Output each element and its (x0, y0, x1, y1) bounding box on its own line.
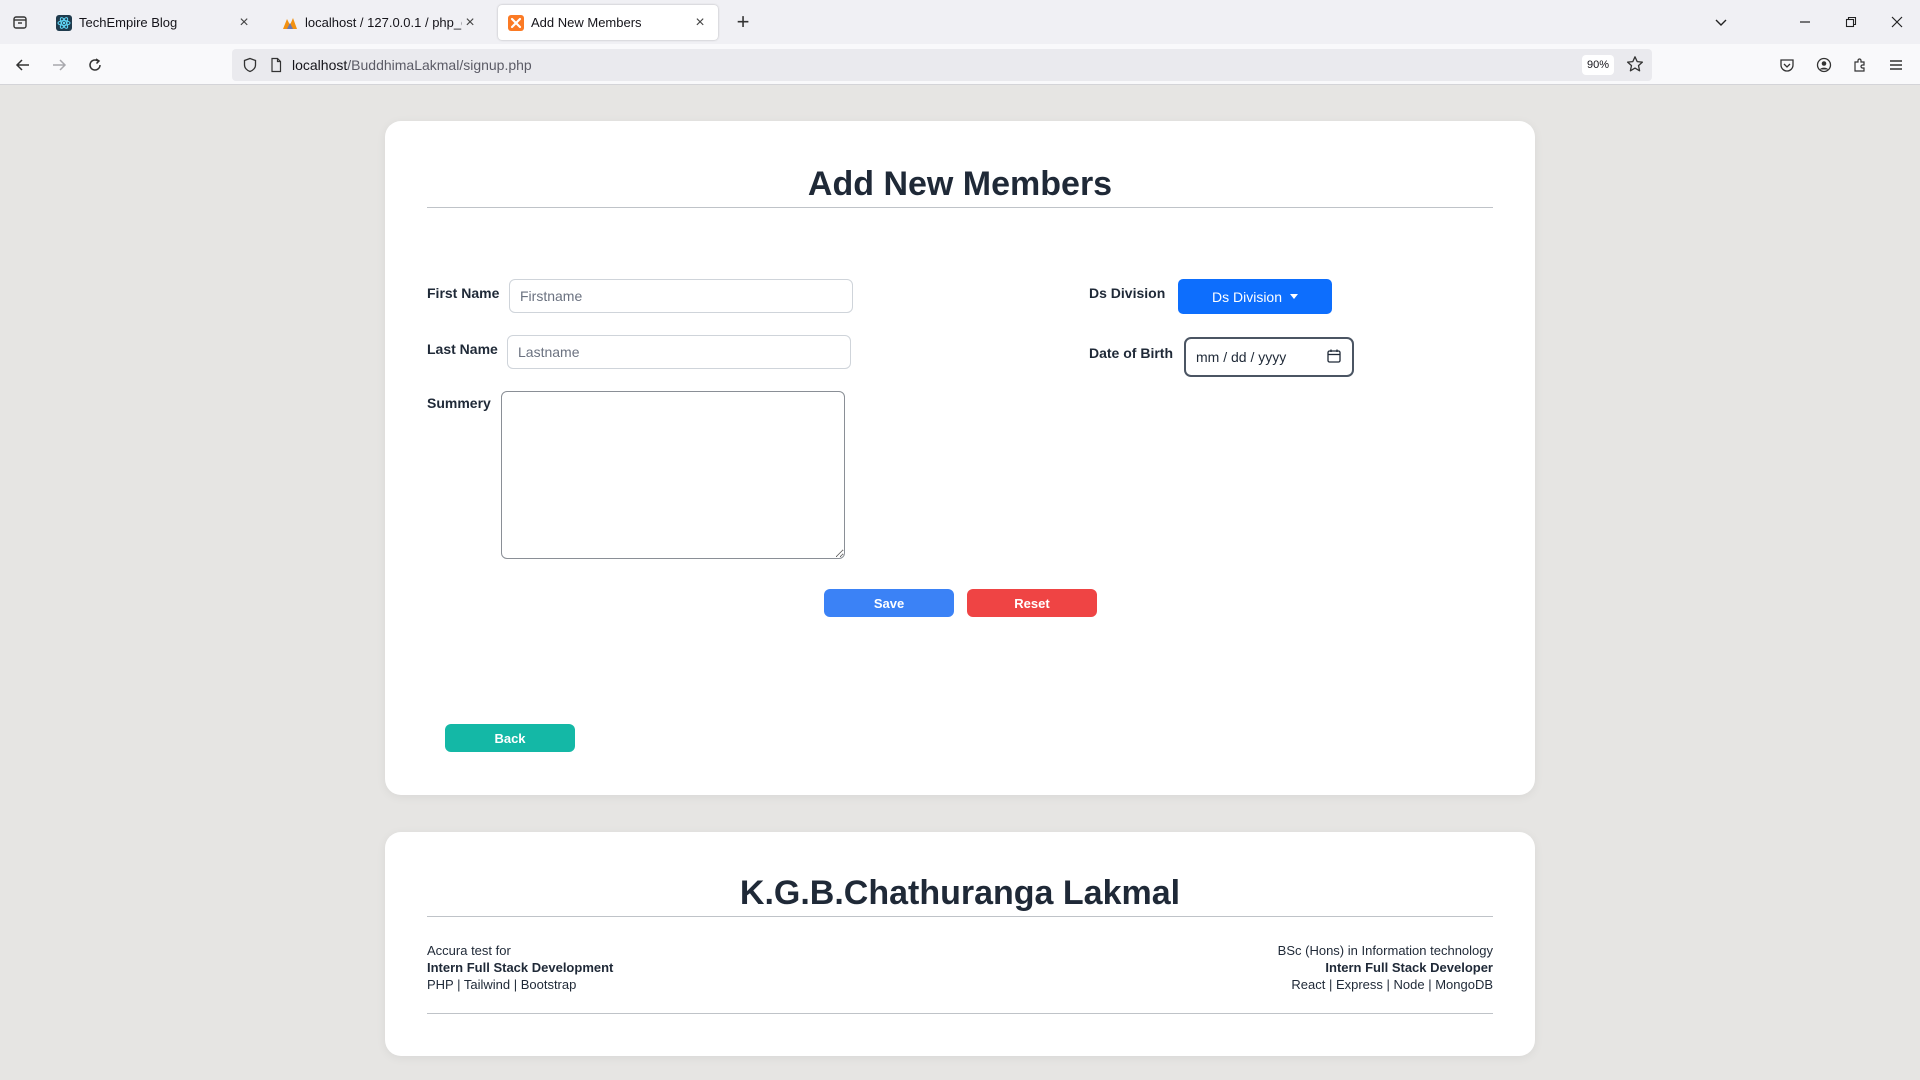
footer-bottom-divider (427, 1013, 1493, 1014)
footer-left-line: Accura test for (427, 943, 511, 958)
footer-right-role: Intern Full Stack Developer (1325, 960, 1493, 975)
url-text[interactable]: localhost/BuddhimaLakmal/signup.php (292, 57, 532, 73)
date-of-birth-label: Date of Birth (1089, 345, 1173, 361)
ds-division-dropdown[interactable]: Ds Division (1178, 279, 1332, 314)
tab-techempire-blog[interactable]: TechEmpire Blog × (46, 5, 262, 40)
url-host: localhost (292, 57, 348, 73)
tab-close-icon[interactable]: × (692, 14, 708, 32)
account-icon[interactable] (1809, 50, 1839, 80)
ds-division-dropdown-label: Ds Division (1211, 288, 1282, 305)
address-bar[interactable]: localhost/BuddhimaLakmal/signup.php 90% (232, 49, 1652, 81)
page-title: Add New Members (807, 165, 1113, 203)
reset-button[interactable]: Reset (967, 589, 1097, 617)
pocket-icon[interactable] (1772, 50, 1802, 80)
last-name-input[interactable] (507, 335, 851, 369)
back-arrow-icon[interactable] (8, 50, 38, 80)
zoom-level-badge[interactable]: 90% (1582, 55, 1614, 75)
menu-hamburger-icon[interactable] (1881, 50, 1911, 80)
phpmyadmin-favicon-icon (282, 15, 298, 31)
summary-label: Summery (427, 395, 491, 411)
forward-arrow-icon[interactable] (44, 50, 74, 80)
xampp-favicon-icon (508, 14, 524, 31)
url-path: /BuddhimaLakmal/signup.php (347, 57, 532, 73)
summary-textarea[interactable] (501, 391, 845, 559)
footer-left-role: Intern Full Stack Development (427, 960, 614, 975)
author-name: K.G.B.Chathuranga Lakmal (739, 874, 1181, 912)
add-member-form-card: Add New Members First Name Last Name Sum… (385, 121, 1535, 795)
footer-right-degree: BSc (Hons) in Information technology (1277, 943, 1493, 958)
close-window-icon[interactable] (1874, 0, 1920, 44)
bookmark-star-icon[interactable] (1626, 55, 1644, 78)
save-button[interactable]: Save (824, 589, 954, 617)
last-name-label: Last Name (427, 341, 498, 357)
tab-close-icon[interactable]: × (236, 14, 252, 32)
tab-close-icon[interactable]: × (462, 14, 478, 32)
title-divider (427, 207, 1493, 208)
tab-phpmyadmin[interactable]: localhost / 127.0.0.1 / php_dev_ × (272, 5, 488, 40)
calendar-icon[interactable] (1326, 348, 1342, 367)
date-of-birth-input[interactable]: mm / dd / yyyy (1184, 337, 1354, 377)
page-info-icon[interactable] (268, 57, 284, 78)
first-name-input[interactable] (509, 279, 853, 313)
tab-label: TechEmpire Blog (79, 15, 178, 30)
new-tab-button[interactable]: + (730, 9, 756, 35)
ds-division-label: Ds Division (1089, 285, 1166, 301)
footer-card: K.G.B.Chathuranga Lakmal Accura test for… (385, 832, 1535, 1056)
minimize-icon[interactable] (1782, 0, 1828, 44)
browser-tab-bar: TechEmpire Blog × localhost / 127.0.0.1 … (0, 0, 1920, 44)
react-favicon-icon (56, 14, 72, 31)
dropdown-caret-icon (1290, 294, 1298, 299)
list-all-tabs-icon[interactable] (6, 0, 34, 44)
footer-right-info: BSc (Hons) in Information technology Int… (1278, 942, 1493, 993)
tab-label: localhost / 127.0.0.1 / php_dev_ (305, 15, 462, 30)
tab-add-new-members[interactable]: Add New Members × (498, 5, 718, 40)
back-button[interactable]: Back (445, 724, 575, 752)
reload-icon[interactable] (80, 50, 110, 80)
restore-icon[interactable] (1828, 0, 1874, 44)
tracking-shield-icon[interactable] (242, 57, 258, 78)
footer-right-stack: React | Express | Node | MongoDB (1291, 977, 1493, 992)
tab-label: Add New Members (531, 15, 642, 30)
first-name-label: First Name (427, 285, 500, 301)
footer-left-info: Accura test for Intern Full Stack Develo… (427, 942, 613, 993)
browser-toolbar: localhost/BuddhimaLakmal/signup.php 90% (0, 44, 1920, 85)
extensions-icon[interactable] (1845, 50, 1875, 80)
date-placeholder: mm / dd / yyyy (1196, 349, 1287, 365)
tab-overflow-chevron-icon[interactable] (1698, 0, 1744, 44)
footer-divider (427, 916, 1493, 917)
footer-left-stack: PHP | Tailwind | Bootstrap (427, 977, 577, 992)
